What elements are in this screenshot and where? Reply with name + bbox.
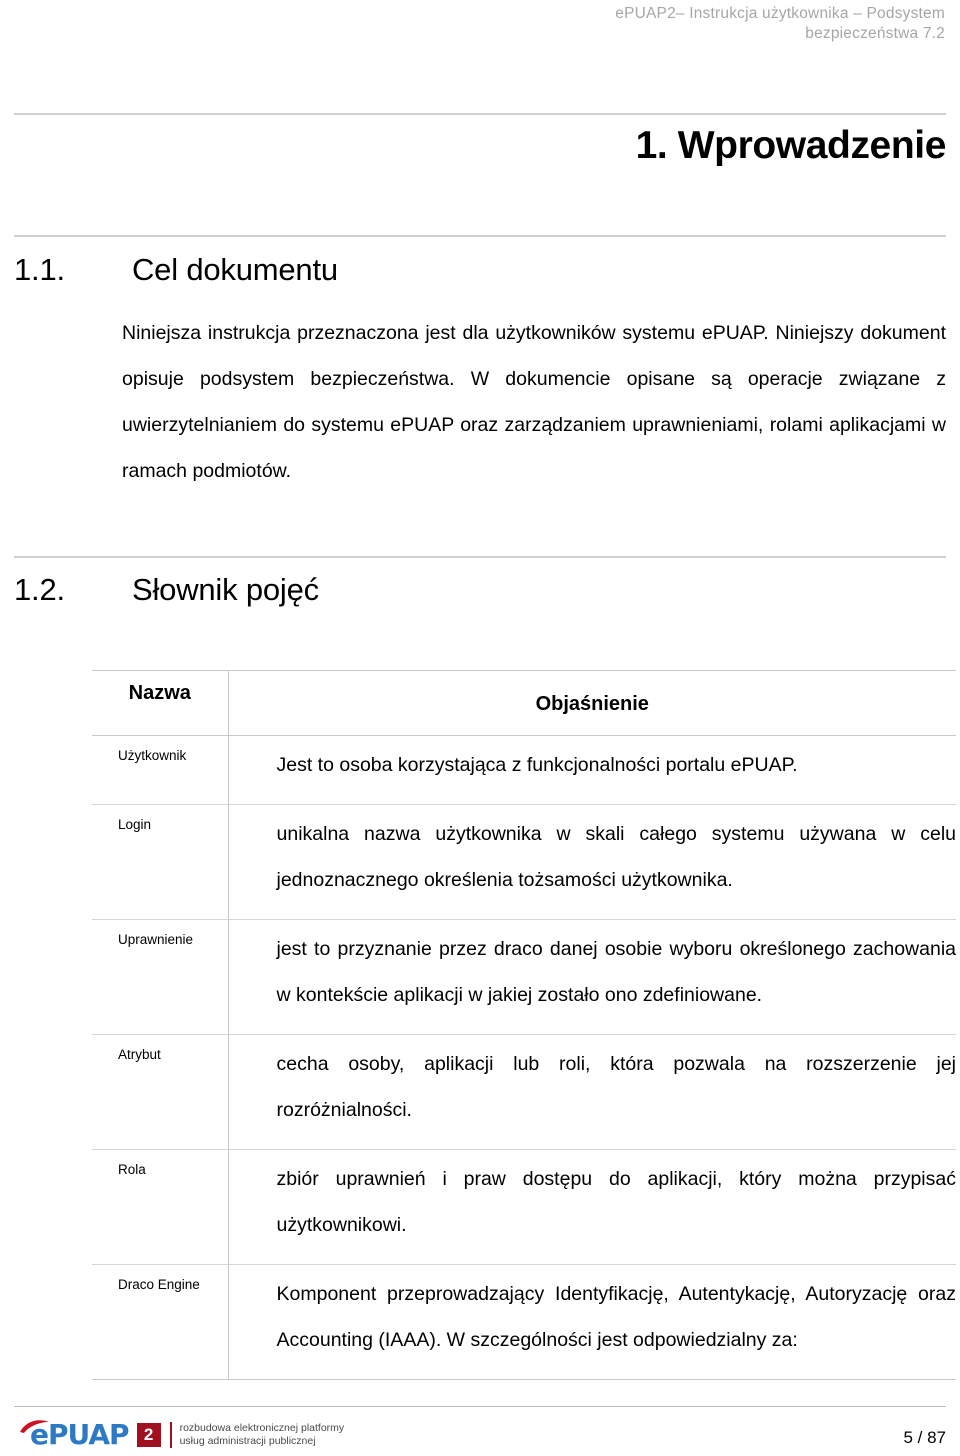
glossary-term-name: Uprawnienie [92,919,229,1035]
swoosh-icon [20,1420,49,1433]
glossary-term-name: Użytkownik [92,735,229,805]
column-header-nazwa: Nazwa [92,670,229,736]
epuap-logo-mark: ePUAP [20,1418,130,1452]
epuap-logo: ePUAP 2 rozbudowa elektronicznej platfor… [20,1418,344,1452]
table-row: Login unikalna nazwa użytkownika w skali… [92,804,956,920]
glossary-term-description: unikalna nazwa użytkownika w skali całeg… [228,804,956,920]
glossary-term-name: Atrybut [92,1034,229,1150]
glossary-term-description: Jest to osoba korzystająca z funkcjonaln… [228,735,956,805]
glossary-term-name: Rola [92,1149,229,1265]
document-footer: ePUAP 2 rozbudowa elektronicznej platfor… [14,1416,946,1456]
table-row: Atrybut cecha osoby, aplikacji lub roli,… [92,1034,956,1150]
header-divider-rule [14,113,946,115]
tagline-line-1: rozbudowa elektronicznej platformy [179,1422,345,1434]
epuap-logo-tagline: rozbudowa elektronicznej platformy usług… [169,1422,345,1448]
chapter-divider-rule [14,235,946,237]
section-title-1-1: Cel dokumentu [132,252,338,287]
glossary-term-description: zbiór uprawnień i praw dostępu do aplika… [228,1149,956,1265]
section-heading-1-2: 1.2. Słownik pojęć [14,572,946,608]
table-row: Rola zbiór uprawnień i praw dostępu do a… [92,1149,956,1265]
epuap-logo-badge-2: 2 [136,1423,161,1447]
section-1-1-paragraph: Niniejsza instrukcja przeznaczona jest d… [122,322,946,482]
glossary-term-description: Komponent przeprowadzający Identyfikację… [228,1264,956,1380]
glossary-term-name: Login [92,804,229,920]
glossary-term-description: jest to przyznanie przez draco danej oso… [228,919,956,1035]
glossary-term-description: cecha osoby, aplikacji lub roli, która p… [228,1034,956,1150]
table-row: Użytkownik Jest to osoba korzystająca z … [92,735,956,805]
tagline-line-2: usług administracji publicznej [179,1435,316,1447]
glossary-table-head: Nazwa Objaśnienie [92,670,956,736]
column-header-objasnienie: Objaśnienie [228,670,956,736]
table-header-row: Nazwa Objaśnienie [92,670,956,736]
glossary-table-body: Użytkownik Jest to osoba korzystająca z … [92,735,956,1380]
section-number-1-2: 1.2. [14,572,65,607]
page-number: 5 / 87 [903,1428,946,1447]
footer-divider-rule [14,1406,946,1407]
running-header-line-1: ePUAP2– Instrukcja użytkownika – Podsyst… [615,5,945,22]
glossary-term-name: Draco Engine [92,1264,229,1380]
table-row: Draco Engine Komponent przeprowadzający … [92,1264,956,1380]
glossary-table: Nazwa Objaśnienie Użytkownik Jest to oso… [92,670,956,1380]
document-running-header: ePUAP2– Instrukcja użytkownika – Podsyst… [0,4,945,44]
running-header-line-2: bezpieczeństwa 7.2 [805,25,945,42]
section-title-1-2: Słownik pojęć [132,572,319,607]
table-row: Uprawnienie jest to przyznanie przez dra… [92,919,956,1035]
section-number-1-1: 1.1. [14,252,65,287]
chapter-title: 1. Wprowadzenie [635,124,947,167]
section-divider-rule [14,556,946,558]
section-heading-1-1: 1.1. Cel dokumentu [14,252,946,288]
